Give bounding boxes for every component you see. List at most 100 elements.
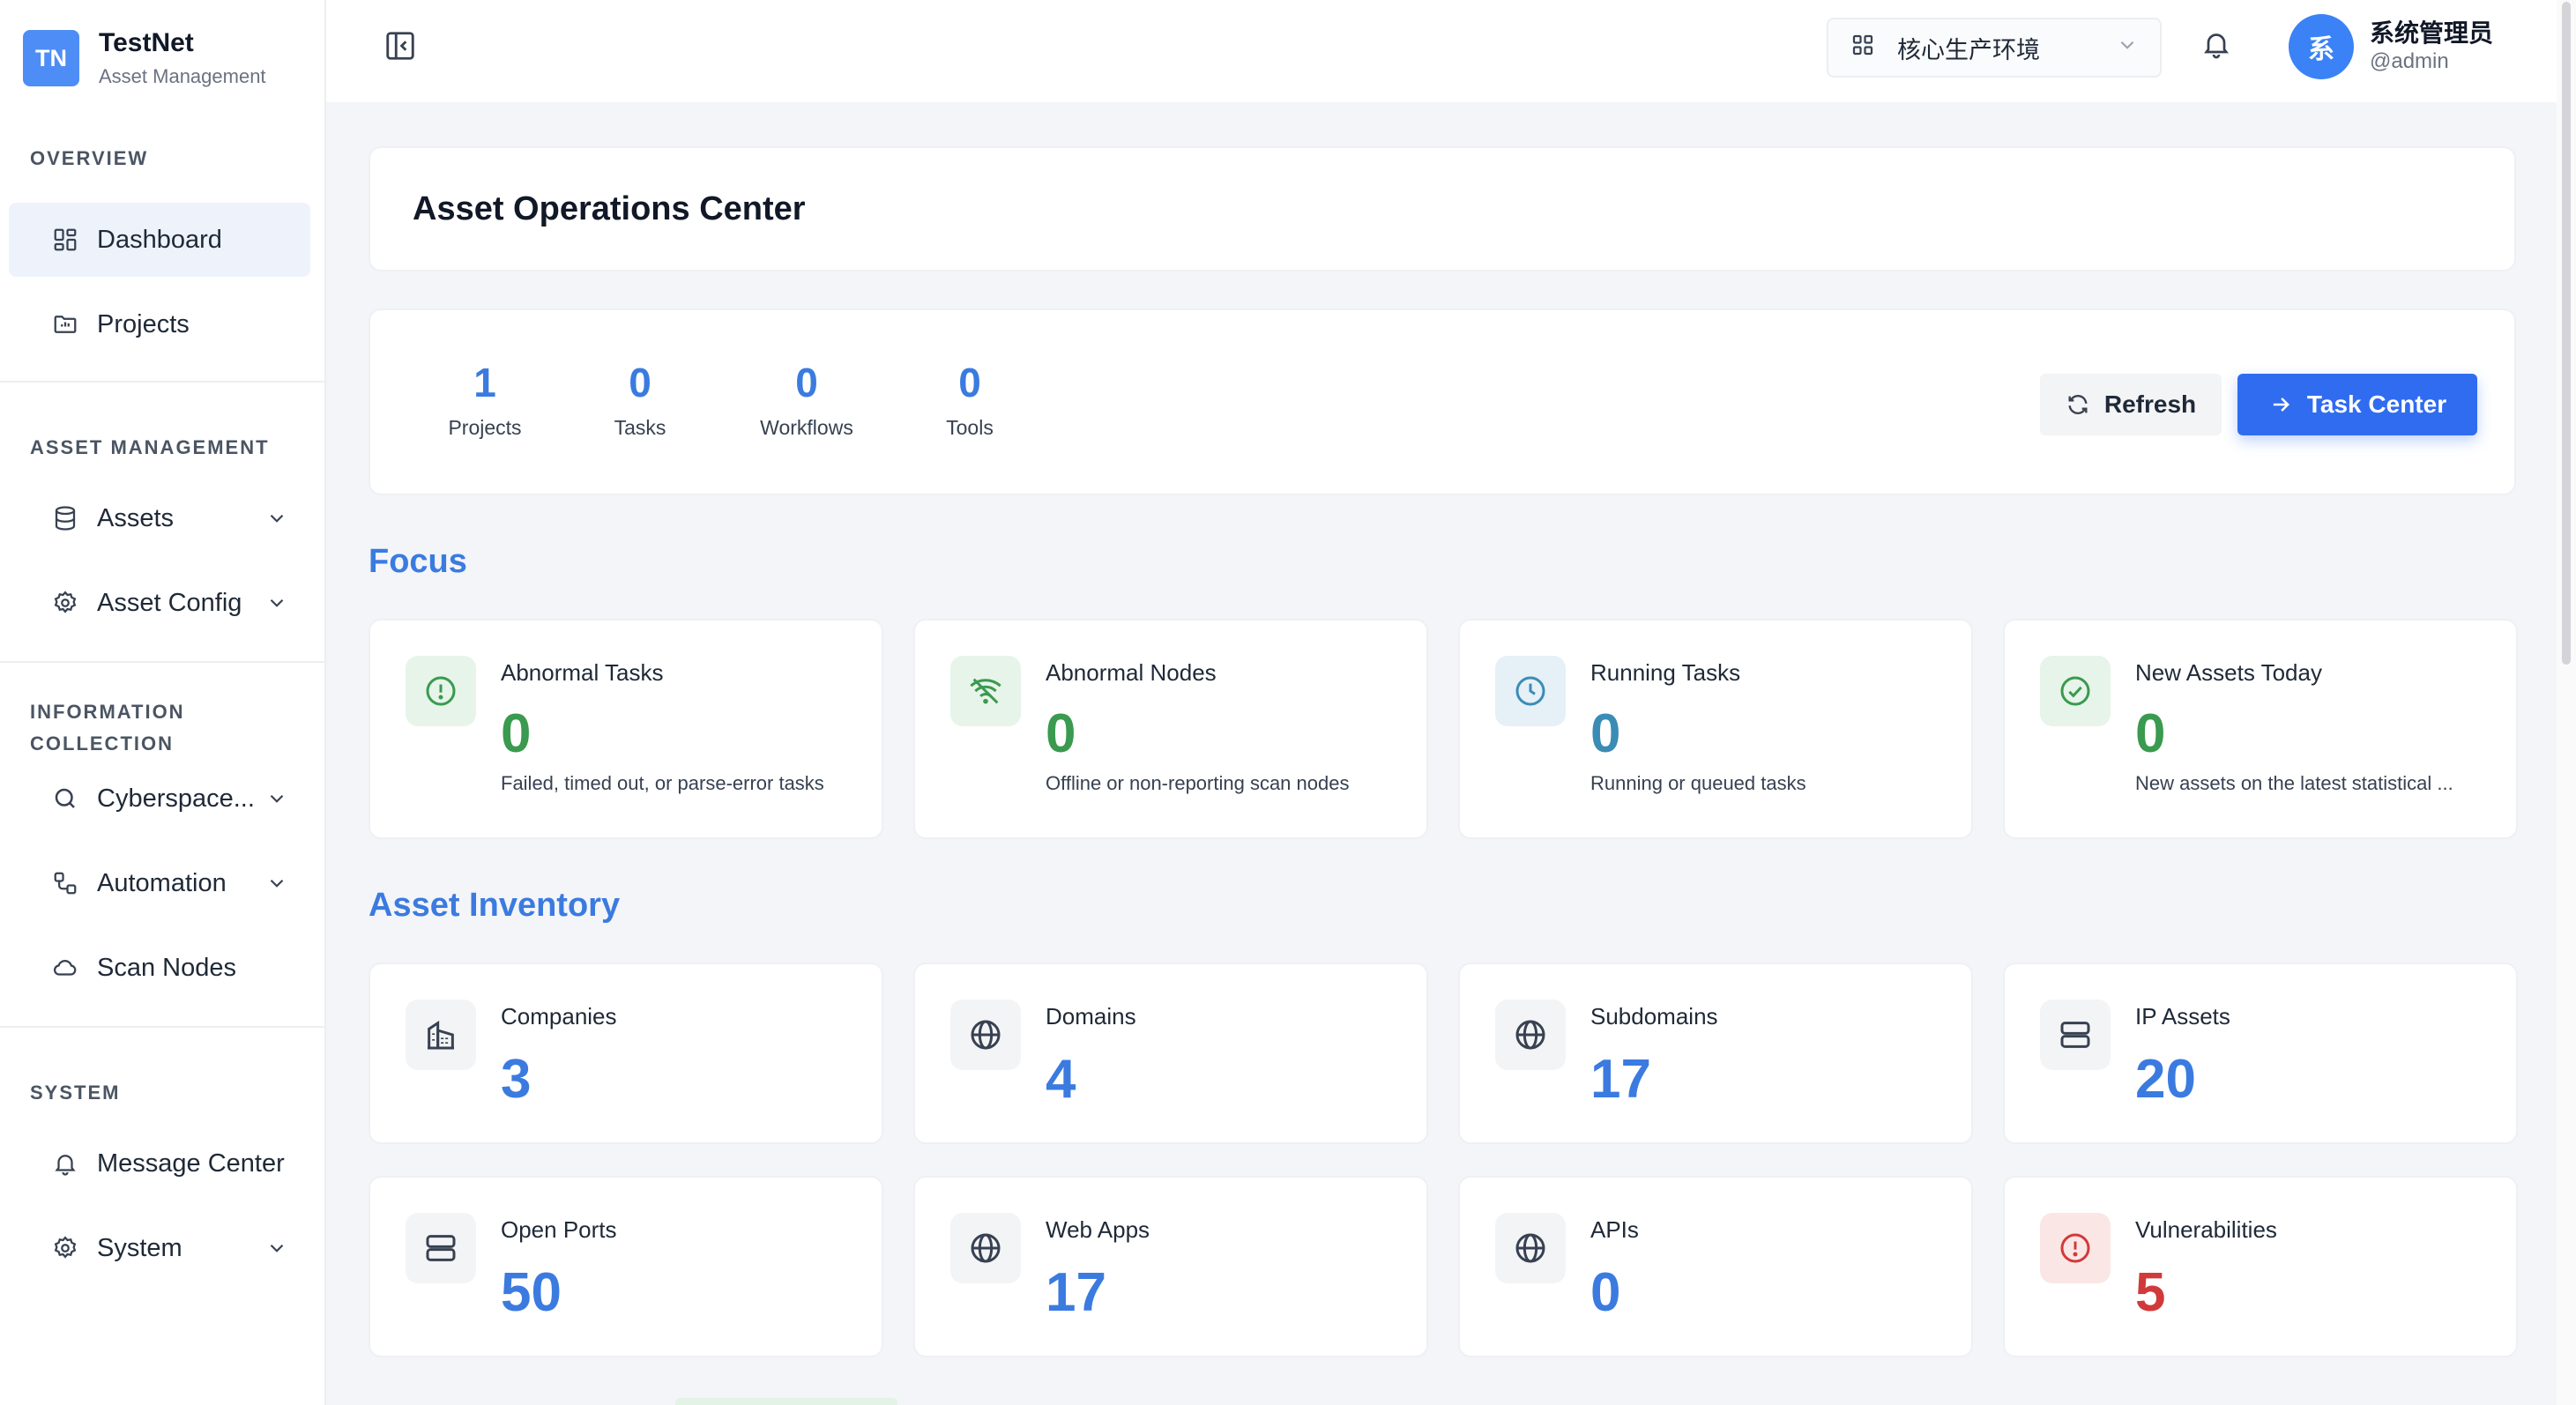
top-header: 核心生产环境 系 系统管理员 @admin xyxy=(326,0,2557,102)
dashboard-icon xyxy=(51,226,79,254)
inventory-card-ip-assets[interactable]: IP Assets 20 xyxy=(2003,963,2518,1144)
sidebar-item-system[interactable]: System xyxy=(9,1211,310,1285)
inventory-card-web-apps[interactable]: Web Apps 17 xyxy=(913,1176,1428,1357)
grid-icon xyxy=(1850,32,1876,64)
chevron-down-icon xyxy=(2116,33,2139,63)
gear-icon xyxy=(51,589,79,617)
focus-card-abnormal-tasks[interactable]: Abnormal Tasks 0 Failed, timed out, or p… xyxy=(369,619,883,839)
notifications-button[interactable] xyxy=(2197,26,2236,65)
sidebar-item-label: Assets xyxy=(97,503,175,532)
sidebar-collapse-icon xyxy=(383,29,417,67)
search-icon xyxy=(51,784,79,813)
app: TN TestNet Asset Management OVERVIEW Das… xyxy=(0,0,2576,1405)
bell-icon xyxy=(2200,28,2232,64)
tile-description: Failed, timed out, or parse-error tasks xyxy=(501,772,824,794)
stat-value: 1 xyxy=(473,360,496,405)
folder-icon xyxy=(51,310,79,338)
alert-circle-icon xyxy=(2040,1213,2111,1283)
sidebar-item-message-center[interactable]: Message Center xyxy=(9,1126,310,1201)
tile-description: New assets on the latest statistical ... xyxy=(2135,772,2453,794)
focus-card-running-tasks[interactable]: Running Tasks 0 Running or queued tasks xyxy=(1458,619,1973,839)
tile-title: Vulnerabilities xyxy=(2135,1216,2277,1243)
sidebar-item-automation[interactable]: Automation xyxy=(9,846,310,920)
brand-subtitle: Asset Management xyxy=(99,65,266,87)
clock-icon xyxy=(1495,656,1566,726)
inventory-card-open-ports[interactable]: Open Ports 50 xyxy=(369,1176,883,1357)
tile-title: Open Ports xyxy=(501,1216,617,1243)
chevron-down-icon xyxy=(264,506,289,531)
tile-title: Domains xyxy=(1046,1003,1136,1030)
refresh-button[interactable]: Refresh xyxy=(2040,374,2222,435)
building-icon xyxy=(406,1000,476,1070)
inventory-card-apis[interactable]: APIs 0 xyxy=(1458,1176,1973,1357)
brand[interactable]: TN TestNet Asset Management xyxy=(23,26,266,90)
chevron-down-icon xyxy=(264,871,289,896)
globe-icon xyxy=(1495,1213,1566,1283)
stat-projects: 1 Projects xyxy=(423,358,547,442)
sidebar-divider xyxy=(0,661,324,663)
sidebar-item-label: Cyberspace... xyxy=(97,784,255,813)
refresh-icon xyxy=(2066,392,2090,417)
sidebar-divider xyxy=(0,1026,324,1028)
sidebar-item-projects[interactable]: Projects xyxy=(9,287,310,361)
sidebar-item-label: System xyxy=(97,1233,182,1262)
tile-description: Running or queued tasks xyxy=(1590,772,1806,794)
task-center-button[interactable]: Task Center xyxy=(2237,374,2477,435)
sidebar-item-asset-config[interactable]: Asset Config xyxy=(9,566,310,640)
user-menu[interactable]: 系 系统管理员 @admin xyxy=(2289,14,2493,79)
task-center-label: Task Center xyxy=(2306,390,2447,418)
sidebar-item-label: Projects xyxy=(97,309,190,338)
tile-value: 0 xyxy=(1046,703,1076,764)
alert-circle-icon xyxy=(406,656,476,726)
chevron-down-icon xyxy=(264,1236,289,1260)
sidebar-divider xyxy=(0,381,324,383)
stat-tasks: 0 Tasks xyxy=(578,358,702,442)
database-icon xyxy=(51,504,79,532)
stat-workflows: 0 Workflows xyxy=(732,358,882,442)
summary-stats-card: 1 Projects 0 Tasks 0 Workflows 0 Tools R… xyxy=(369,309,2516,495)
refresh-label: Refresh xyxy=(2103,390,2197,418)
inventory-card-domains[interactable]: Domains 4 xyxy=(913,963,1428,1144)
sidebar-item-scan-nodes[interactable]: Scan Nodes xyxy=(9,931,310,1005)
stat-value: 0 xyxy=(629,360,651,405)
tile-value: 50 xyxy=(501,1262,562,1323)
tile-value: 0 xyxy=(1590,703,1621,764)
tile-title: Web Apps xyxy=(1046,1216,1150,1243)
sidebar-item-cyberspace[interactable]: Cyberspace... xyxy=(9,762,310,836)
user-handle: @admin xyxy=(2370,49,2449,73)
server-icon xyxy=(406,1213,476,1283)
section-label-overview: OVERVIEW xyxy=(30,147,149,169)
environment-select[interactable]: 核心生产环境 xyxy=(1827,18,2162,78)
collapse-sidebar-button[interactable] xyxy=(383,30,418,65)
focus-card-abnormal-nodes[interactable]: Abnormal Nodes 0 Offline or non-reportin… xyxy=(913,619,1428,839)
tile-title: Abnormal Tasks xyxy=(501,659,664,686)
section-label-asset-management: ASSET MANAGEMENT xyxy=(30,436,270,458)
stat-value: 0 xyxy=(958,360,981,405)
stat-label: Tasks xyxy=(614,416,666,439)
brand-logo: TN xyxy=(23,30,79,86)
inventory-card-companies[interactable]: Companies 3 xyxy=(369,963,883,1144)
tile-value: 0 xyxy=(2135,703,2166,764)
sidebar-item-assets[interactable]: Assets xyxy=(9,481,310,555)
inventory-card-subdomains[interactable]: Subdomains 17 xyxy=(1458,963,1973,1144)
focus-heading: Focus xyxy=(369,543,467,580)
check-circle-icon xyxy=(2040,656,2111,726)
tile-title: New Assets Today xyxy=(2135,659,2322,686)
tile-value: 3 xyxy=(501,1049,532,1110)
chevron-down-icon xyxy=(264,591,289,615)
inventory-card-vulnerabilities[interactable]: Vulnerabilities 5 xyxy=(2003,1176,2518,1357)
stat-label: Workflows xyxy=(760,416,853,439)
cloud-icon xyxy=(51,954,79,982)
sidebar-item-label: Asset Config xyxy=(97,588,242,617)
tile-title: Abnormal Nodes xyxy=(1046,659,1217,686)
chevron-down-icon xyxy=(264,786,289,811)
environment-label: 核心生产环境 xyxy=(1897,36,2040,63)
sidebar-item-label: Message Center xyxy=(97,1149,285,1178)
scrollbar-thumb[interactable] xyxy=(2562,2,2571,665)
tile-title: Subdomains xyxy=(1590,1003,1718,1030)
focus-card-new-assets-today[interactable]: New Assets Today 0 New assets on the lat… xyxy=(2003,619,2518,839)
brand-title: TestNet xyxy=(99,28,194,57)
stat-label: Tools xyxy=(946,416,994,439)
sidebar-item-dashboard[interactable]: Dashboard xyxy=(9,203,310,277)
globe-icon xyxy=(950,1000,1021,1070)
